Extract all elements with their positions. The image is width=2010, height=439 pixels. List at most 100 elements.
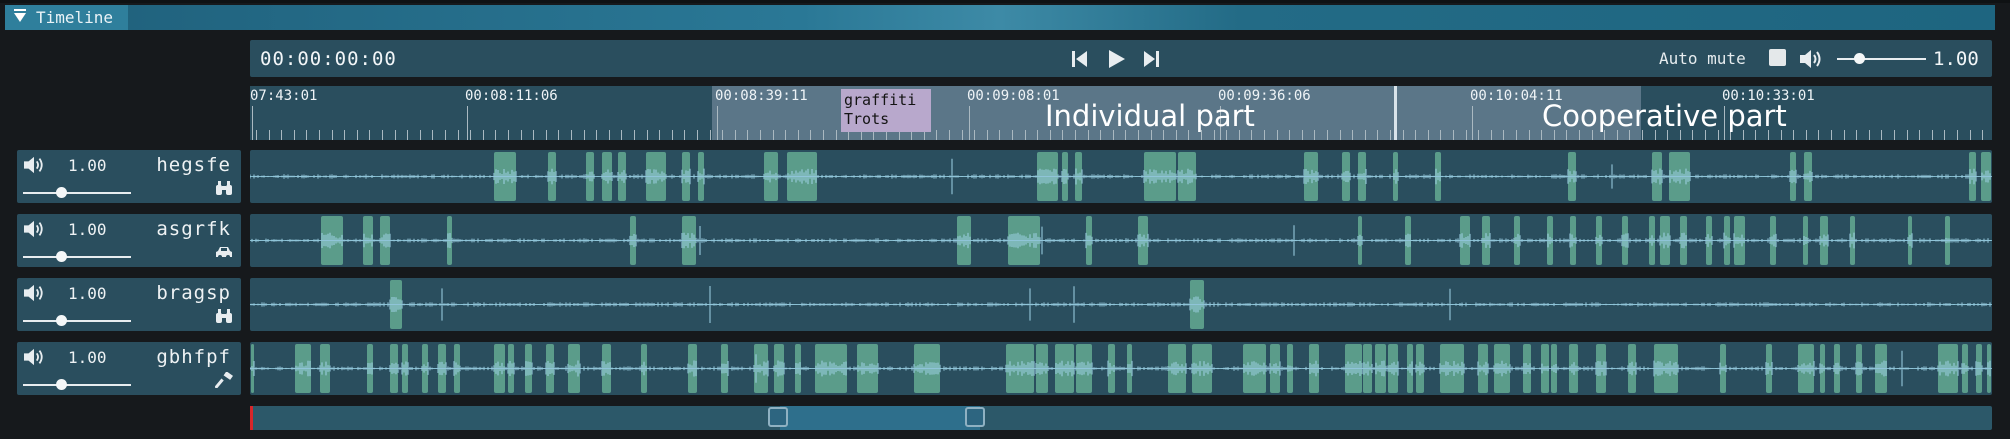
waveform <box>250 350 1992 387</box>
ruler-major-tick <box>467 106 468 140</box>
ruler-tick <box>1365 130 1366 140</box>
scroll-thumb[interactable] <box>780 406 980 430</box>
play-button[interactable] <box>1105 48 1127 70</box>
ruler-tick <box>1818 130 1819 140</box>
track-volume-value: 1.00 <box>68 220 107 239</box>
ruler-tick <box>1428 130 1429 140</box>
ruler-tick <box>1377 130 1378 140</box>
track-mute-speaker-icon[interactable] <box>22 347 48 369</box>
ruler-tick-label: 00:08:39:11 <box>715 88 808 104</box>
track-lane[interactable] <box>250 342 1992 395</box>
ruler-tick <box>281 130 282 140</box>
track-lane[interactable] <box>250 278 1992 331</box>
track-volume-slider-knob[interactable] <box>56 187 67 198</box>
ruler-tick <box>810 130 811 140</box>
track-volume-track[interactable] <box>23 256 131 258</box>
ruler-tick <box>672 130 673 140</box>
scroll-handle-right[interactable] <box>965 407 985 427</box>
car-icon <box>215 244 233 260</box>
ruler-tick-label: 07:43:01 <box>250 88 318 104</box>
binoculars-icon <box>215 180 233 196</box>
ruler-tick <box>1503 130 1504 140</box>
play-icon <box>1109 50 1125 68</box>
timeline-header-tab[interactable]: Timeline <box>5 5 128 30</box>
master-volume-icon[interactable] <box>1798 48 1824 70</box>
region-label-cooperative: Cooperative part <box>1542 99 1787 133</box>
ruler-tick <box>420 130 421 140</box>
ruler-tick <box>382 130 383 140</box>
ruler-tick <box>634 130 635 140</box>
ruler-tick <box>1491 130 1492 140</box>
track-volume-value: 1.00 <box>68 284 107 303</box>
ruler-major-tick <box>252 106 253 140</box>
ruler-tick <box>1327 130 1328 140</box>
timeline-title-bar: Timeline <box>5 5 1995 30</box>
ruler-tick <box>458 130 459 140</box>
track-volume-track[interactable] <box>23 320 131 322</box>
track-mute-speaker-icon[interactable] <box>22 283 48 305</box>
ruler-tick <box>1806 130 1807 140</box>
ruler-tick <box>1037 130 1038 140</box>
ruler-tick <box>1932 130 1933 140</box>
ruler-tick <box>609 130 610 140</box>
ruler-tick <box>1856 130 1857 140</box>
ruler-tick <box>987 130 988 140</box>
track-name: asgrfk <box>156 218 231 240</box>
transport-bar: 00:00:00:00 Auto mute 1.00 <box>250 40 1992 77</box>
timeline-scrollbar[interactable] <box>250 406 1992 430</box>
ruler-tick <box>1264 130 1265 140</box>
ruler-tick <box>584 130 585 140</box>
ruler-tick <box>470 130 471 140</box>
track-volume-slider-knob[interactable] <box>56 251 67 262</box>
ruler-tick <box>974 130 975 140</box>
track-volume-slider-knob[interactable] <box>56 315 67 326</box>
collapse-triangle-icon[interactable] <box>14 9 26 22</box>
master-volume-value: 1.00 <box>1933 48 1979 70</box>
auto-mute-label: Auto mute <box>1659 49 1746 68</box>
skip-back-button[interactable] <box>1069 48 1091 70</box>
timecode-display: 00:00:00:00 <box>260 48 397 70</box>
ruler-tick <box>508 130 509 140</box>
ruler-tick <box>306 130 307 140</box>
ruler-tick <box>1478 130 1479 140</box>
annotation-line-2: Trots <box>844 110 890 128</box>
track-lane[interactable] <box>250 214 1992 267</box>
master-volume-slider-knob[interactable] <box>1854 53 1865 64</box>
ruler-tick <box>1415 130 1416 140</box>
ruler-major-tick <box>969 106 970 140</box>
time-ruler[interactable]: 07:43:01 00:08:11:06 00:08:39:11 00:09:08:0… <box>250 86 1992 140</box>
ruler-tick <box>1516 130 1517 140</box>
ruler-tick <box>495 130 496 140</box>
hammer-icon <box>214 371 233 389</box>
ruler-major-tick <box>1472 106 1473 140</box>
track-lane[interactable] <box>250 150 1992 203</box>
ruler-tick <box>332 130 333 140</box>
skip-forward-button[interactable] <box>1140 48 1162 70</box>
ruler-tick <box>1440 130 1441 140</box>
ruler-tick <box>647 130 648 140</box>
auto-mute-checkbox[interactable] <box>1769 49 1786 66</box>
annotation-marker[interactable]: graffiti Trots <box>841 89 931 132</box>
playhead-marker[interactable] <box>250 406 253 430</box>
skip-back-icon <box>1072 51 1087 67</box>
ruler-tick <box>722 130 723 140</box>
ruler-tick <box>684 130 685 140</box>
track-controls: 1.00 asgrfk <box>17 214 241 267</box>
track-volume-slider-knob[interactable] <box>56 379 67 390</box>
ruler-tick <box>533 130 534 140</box>
track-volume-track[interactable] <box>23 384 131 386</box>
region-divider[interactable] <box>1394 86 1397 140</box>
scroll-handle-left[interactable] <box>768 407 788 427</box>
track-mute-speaker-icon[interactable] <box>22 219 48 241</box>
track-mute-speaker-icon[interactable] <box>22 155 48 177</box>
track-volume-track[interactable] <box>23 192 131 194</box>
ruler-tick <box>697 130 698 140</box>
ruler-tick <box>1352 130 1353 140</box>
ruler-tick <box>823 130 824 140</box>
master-volume-track[interactable] <box>1837 58 1926 60</box>
ruler-tick <box>546 130 547 140</box>
region-label-individual: Individual part <box>1045 99 1255 133</box>
window-top-border <box>0 0 2010 3</box>
ruler-tick <box>445 130 446 140</box>
ruler-tick <box>1012 130 1013 140</box>
